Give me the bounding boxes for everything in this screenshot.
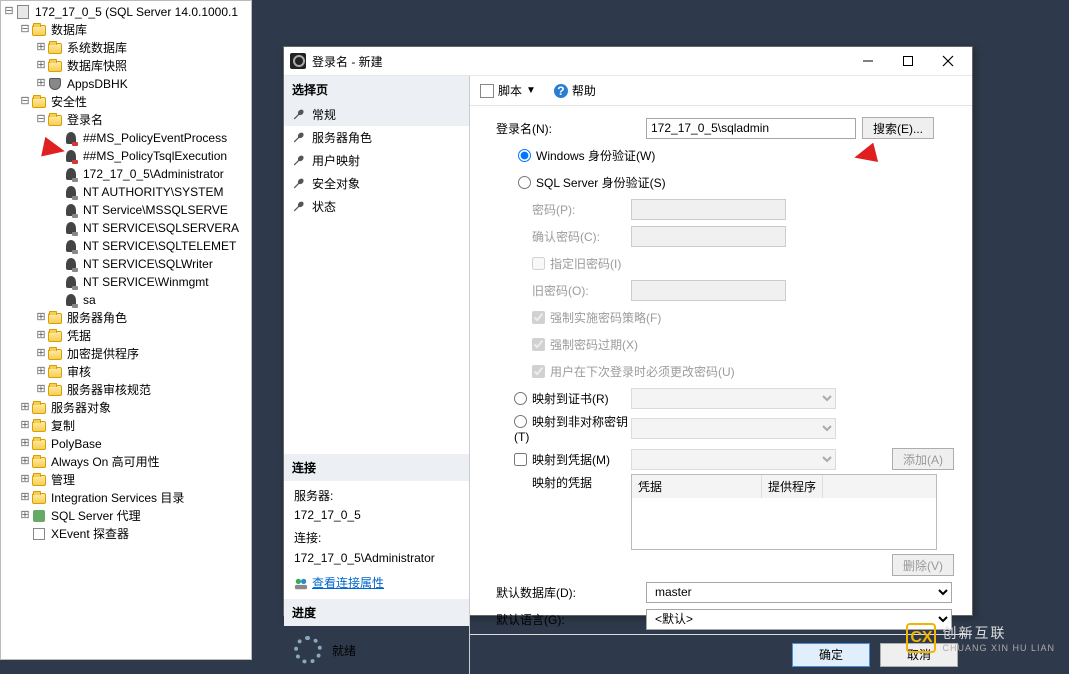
select-pages-header: 选择页	[284, 76, 469, 103]
specify-old-password-check: 指定旧密码(I)	[496, 255, 621, 272]
col-credential: 凭据	[632, 475, 762, 498]
view-connection-props-link[interactable]: 查看连接属性	[312, 576, 384, 590]
replication-node[interactable]: ⊞复制	[1, 417, 251, 435]
col-provider: 提供程序	[762, 475, 823, 498]
management-node[interactable]: ⊞管理	[1, 471, 251, 489]
search-button[interactable]: 搜索(E)...	[862, 117, 934, 139]
default-db-label: 默认数据库(D):	[496, 584, 646, 601]
dialog-icon	[290, 53, 306, 69]
maximize-button[interactable]	[888, 47, 928, 75]
login-item[interactable]: NT SERVICE\SQLWriter	[1, 255, 251, 273]
progress-status: 就绪	[284, 626, 469, 674]
connection-info: 服务器: 172_17_0_5 连接: 172_17_0_5\Administr…	[284, 481, 469, 599]
server-objects-node[interactable]: ⊞服务器对象	[1, 399, 251, 417]
mapped-credentials-label: 映射的凭据	[496, 474, 631, 491]
login-name-label: 登录名(N):	[496, 120, 646, 137]
new-login-dialog: 登录名 - 新建 选择页 常规 服务器角色 用户映射 安全对象 状态 连接 服务…	[283, 46, 973, 616]
enforce-expire-check: 强制密码过期(X)	[496, 336, 638, 353]
audits-node[interactable]: ⊞审核	[1, 363, 251, 381]
databases-node[interactable]: ⊟数据库	[1, 21, 251, 39]
minimize-button[interactable]	[848, 47, 888, 75]
password-label: 密码(P):	[496, 201, 631, 218]
cred-select	[631, 449, 836, 470]
credentials-list[interactable]: 凭据提供程序	[631, 474, 937, 550]
integration-services-node[interactable]: ⊞Integration Services 目录	[1, 489, 251, 507]
password-input	[631, 199, 786, 220]
page-securables[interactable]: 安全对象	[284, 172, 469, 195]
confirm-password-label: 确认密码(C):	[496, 228, 631, 245]
people-icon	[294, 577, 308, 591]
brand-watermark: CX 创新互联 CHUANG XIN HU LIAN	[906, 623, 1055, 653]
old-password-input	[631, 280, 786, 301]
logins-node[interactable]: ⊟登录名	[1, 111, 251, 129]
login-item[interactable]: 172_17_0_5\Administrator	[1, 165, 251, 183]
alwayson-node[interactable]: ⊞Always On 高可用性	[1, 453, 251, 471]
dialog-footer: 确定 取消	[470, 634, 972, 674]
login-item[interactable]: NT Service\MSSQLSERVE	[1, 201, 251, 219]
xevent-profiler-node[interactable]: XEvent 探查器	[1, 525, 251, 543]
page-status[interactable]: 状态	[284, 195, 469, 218]
asym-key-select	[631, 418, 836, 439]
toolbar: 脚本 ▼ ? 帮助	[470, 76, 972, 106]
windows-auth-radio[interactable]: Windows 身份验证(W)	[496, 147, 655, 164]
delete-button: 删除(V)	[892, 554, 954, 576]
default-lang-label: 默认语言(G):	[496, 611, 646, 628]
database-snapshots-node[interactable]: ⊞数据库快照	[1, 57, 251, 75]
system-databases-node[interactable]: ⊞系统数据库	[1, 39, 251, 57]
sql-auth-radio[interactable]: SQL Server 身份验证(S)	[496, 174, 666, 191]
dialog-title: 登录名 - 新建	[312, 53, 848, 70]
map-cert-radio[interactable]: 映射到证书(R)	[496, 390, 631, 407]
login-item[interactable]: ##MS_PolicyTsqlExecution	[1, 147, 251, 165]
security-node[interactable]: ⊟安全性	[1, 93, 251, 111]
wrench-icon	[292, 177, 306, 191]
wrench-icon	[292, 154, 306, 168]
brand-logo-icon: CX	[906, 623, 936, 653]
login-item[interactable]: NT AUTHORITY\SYSTEM	[1, 183, 251, 201]
progress-ring-icon	[294, 636, 322, 664]
page-user-mapping[interactable]: 用户映射	[284, 149, 469, 172]
server-roles-node[interactable]: ⊞服务器角色	[1, 309, 251, 327]
credentials-node[interactable]: ⊞凭据	[1, 327, 251, 345]
add-button: 添加(A)	[892, 448, 954, 470]
login-item[interactable]: sa	[1, 291, 251, 309]
page-selector-panel: 选择页 常规 服务器角色 用户映射 安全对象 状态 连接 服务器: 172_17…	[284, 76, 470, 674]
login-item[interactable]: NT SERVICE\Winmgmt	[1, 273, 251, 291]
script-icon	[480, 84, 494, 98]
dropdown-icon[interactable]: ▼	[526, 85, 536, 96]
confirm-password-input	[631, 226, 786, 247]
progress-header: 进度	[284, 599, 469, 626]
titlebar[interactable]: 登录名 - 新建	[284, 47, 972, 76]
login-name-input[interactable]	[646, 118, 856, 139]
server-audit-spec-node[interactable]: ⊞服务器审核规范	[1, 381, 251, 399]
database-node[interactable]: ⊞AppsDBHK	[1, 75, 251, 93]
login-item[interactable]: NT SERVICE\SQLTELEMET	[1, 237, 251, 255]
wrench-icon	[292, 108, 306, 122]
page-server-roles[interactable]: 服务器角色	[284, 126, 469, 149]
polybase-node[interactable]: ⊞PolyBase	[1, 435, 251, 453]
server-node[interactable]: ⊟172_17_0_5 (SQL Server 14.0.1000.1	[1, 3, 251, 21]
default-db-select[interactable]: master	[646, 582, 952, 603]
login-item[interactable]: NT SERVICE\SQLSERVERA	[1, 219, 251, 237]
must-change-check: 用户在下次登录时必须更改密码(U)	[496, 363, 735, 380]
help-button[interactable]: 帮助	[572, 82, 596, 99]
close-button[interactable]	[928, 47, 968, 75]
sql-agent-node[interactable]: ⊞SQL Server 代理	[1, 507, 251, 525]
help-icon: ?	[554, 84, 568, 98]
wrench-icon	[292, 200, 306, 214]
page-general[interactable]: 常规	[284, 103, 469, 126]
cert-select	[631, 388, 836, 409]
map-cred-check[interactable]: 映射到凭据(M)	[496, 451, 631, 468]
map-asym-radio[interactable]: 映射到非对称密钥(T)	[496, 413, 631, 444]
script-button[interactable]: 脚本	[498, 82, 522, 99]
form-panel: 脚本 ▼ ? 帮助 登录名(N): 搜索(E)... Windows 身份验证(…	[470, 76, 972, 674]
old-password-label: 旧密码(O):	[496, 282, 631, 299]
enforce-policy-check: 强制实施密码策略(F)	[496, 309, 661, 326]
object-explorer-tree[interactable]: ⊟172_17_0_5 (SQL Server 14.0.1000.1 ⊟数据库…	[0, 0, 252, 660]
annotation-arrow-icon	[41, 137, 67, 161]
connection-header: 连接	[284, 454, 469, 481]
wrench-icon	[292, 131, 306, 145]
crypto-providers-node[interactable]: ⊞加密提供程序	[1, 345, 251, 363]
login-item[interactable]: ##MS_PolicyEventProcess	[1, 129, 251, 147]
